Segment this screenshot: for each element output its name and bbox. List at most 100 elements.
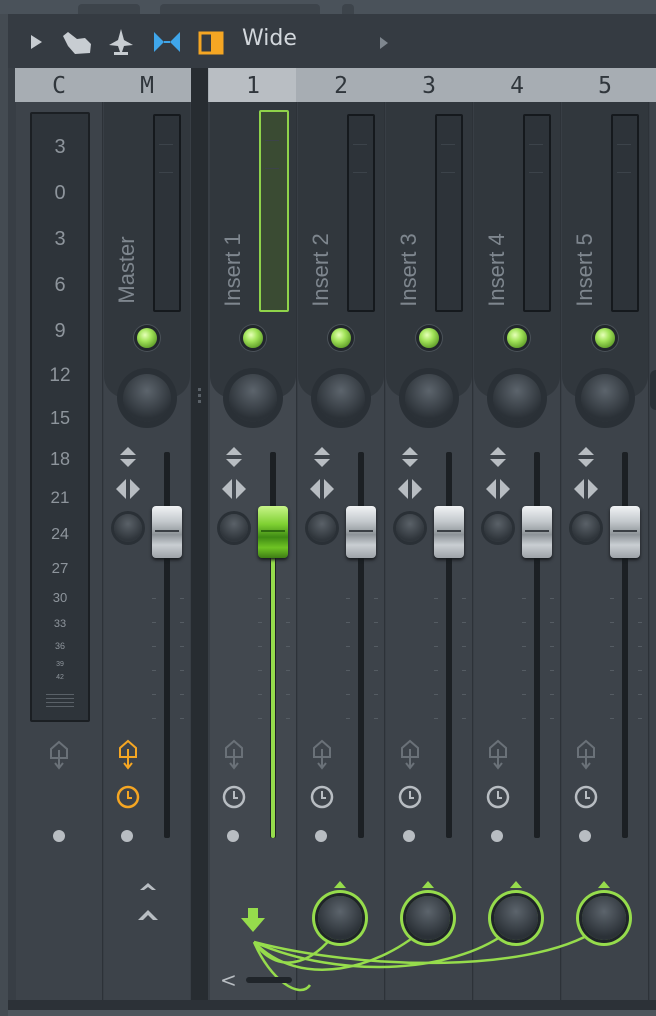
stereo-knob[interactable] bbox=[114, 514, 142, 542]
level-meter bbox=[523, 114, 551, 312]
scale-label: 15 bbox=[49, 408, 71, 428]
pan-knob[interactable] bbox=[317, 374, 365, 422]
record-arm-icon[interactable] bbox=[116, 738, 140, 772]
volume-fader[interactable] bbox=[610, 506, 640, 558]
play-arrow-icon[interactable] bbox=[22, 28, 50, 56]
stereo-separation-icon[interactable] bbox=[114, 476, 142, 502]
master-insert-separator[interactable] bbox=[191, 68, 208, 1000]
fader-tick bbox=[522, 646, 526, 647]
tuner-icon[interactable] bbox=[106, 26, 136, 58]
swap-phase-icon[interactable] bbox=[574, 444, 598, 470]
send-knob[interactable] bbox=[494, 896, 538, 940]
swap-phase-icon[interactable] bbox=[398, 444, 422, 470]
grab-hand-icon[interactable] bbox=[60, 26, 94, 58]
record-arm-icon[interactable] bbox=[48, 740, 70, 770]
stereo-separation-icon[interactable] bbox=[484, 476, 512, 502]
horizontal-scrollbar-thumb[interactable] bbox=[246, 977, 292, 983]
record-arm-icon[interactable] bbox=[222, 738, 246, 772]
pan-knob[interactable] bbox=[405, 374, 453, 422]
strip-select-dot[interactable] bbox=[315, 830, 327, 842]
mute-led[interactable] bbox=[137, 328, 157, 348]
header-master[interactable]: M bbox=[104, 70, 190, 102]
swap-phase-icon[interactable] bbox=[116, 444, 140, 470]
header-insert-5[interactable]: 5 bbox=[562, 70, 648, 102]
latency-clock-icon[interactable] bbox=[115, 784, 141, 810]
stereo-separation-icon[interactable] bbox=[308, 476, 336, 502]
stereo-knob[interactable] bbox=[396, 514, 424, 542]
scale-label: 42 bbox=[56, 674, 64, 681]
fader-tick bbox=[374, 646, 378, 647]
send-up-icon[interactable] bbox=[596, 879, 612, 889]
mute-led[interactable] bbox=[595, 328, 615, 348]
pan-knob[interactable] bbox=[123, 374, 171, 422]
swap-phase-icon[interactable] bbox=[310, 444, 334, 470]
stereo-separation-icon[interactable] bbox=[572, 476, 600, 502]
strip-select-dot[interactable] bbox=[53, 830, 65, 842]
send-up-icon[interactable] bbox=[332, 879, 348, 889]
fader-tick bbox=[434, 622, 438, 623]
fader-tick bbox=[522, 670, 526, 671]
header-insert-3[interactable]: 3 bbox=[386, 70, 472, 102]
fader-tick bbox=[180, 694, 184, 695]
next-arrow-icon[interactable] bbox=[376, 34, 392, 52]
swap-phase-icon[interactable] bbox=[486, 444, 510, 470]
fader-tick bbox=[286, 598, 290, 599]
latency-clock-icon[interactable] bbox=[573, 784, 599, 810]
record-arm-icon[interactable] bbox=[574, 738, 598, 772]
strip-select-dot[interactable] bbox=[121, 830, 133, 842]
volume-fader[interactable] bbox=[346, 506, 376, 558]
master-collapse-icon[interactable] bbox=[134, 878, 162, 926]
strip-select-dot[interactable] bbox=[491, 830, 503, 842]
record-arm-icon[interactable] bbox=[398, 738, 422, 772]
strip-divider bbox=[102, 102, 103, 1000]
record-arm-icon[interactable] bbox=[310, 738, 334, 772]
top-tab[interactable] bbox=[160, 4, 320, 14]
send-to-selected-icon[interactable] bbox=[238, 906, 268, 934]
stereo-knob[interactable] bbox=[484, 514, 512, 542]
send-knob[interactable] bbox=[582, 896, 626, 940]
header-insert-1[interactable]: 1 bbox=[210, 70, 296, 102]
top-tab[interactable] bbox=[342, 4, 354, 14]
pan-knob[interactable] bbox=[581, 374, 629, 422]
header-insert-2[interactable]: 2 bbox=[298, 70, 384, 102]
volume-fader[interactable] bbox=[258, 506, 288, 558]
latency-clock-icon[interactable] bbox=[485, 784, 511, 810]
mute-led[interactable] bbox=[243, 328, 263, 348]
strip-select-dot[interactable] bbox=[227, 830, 239, 842]
volume-fader[interactable] bbox=[152, 506, 182, 558]
stereo-knob[interactable] bbox=[572, 514, 600, 542]
mute-led[interactable] bbox=[419, 328, 439, 348]
swap-phase-icon[interactable] bbox=[222, 444, 246, 470]
stereo-separation-icon[interactable] bbox=[220, 476, 248, 502]
latency-clock-icon[interactable] bbox=[397, 784, 423, 810]
header-c[interactable]: C bbox=[16, 70, 102, 102]
strip-divider bbox=[296, 102, 297, 1000]
stereo-knob[interactable] bbox=[220, 514, 248, 542]
send-knob[interactable] bbox=[318, 896, 362, 940]
fader-tick bbox=[346, 598, 350, 599]
window-bottom bbox=[8, 1010, 656, 1016]
pan-knob[interactable] bbox=[493, 374, 541, 422]
stereo-knob[interactable] bbox=[308, 514, 336, 542]
strip-select-dot[interactable] bbox=[403, 830, 415, 842]
send-up-icon[interactable] bbox=[420, 879, 436, 889]
mute-led[interactable] bbox=[331, 328, 351, 348]
header-insert-4[interactable]: 4 bbox=[474, 70, 560, 102]
top-tab[interactable] bbox=[78, 4, 140, 14]
scroll-left-button[interactable]: < bbox=[220, 968, 237, 992]
strip-select-dot[interactable] bbox=[579, 830, 591, 842]
send-up-icon[interactable] bbox=[508, 879, 524, 889]
stereo-separation-icon[interactable] bbox=[396, 476, 424, 502]
send-knob[interactable] bbox=[406, 896, 450, 940]
mute-led[interactable] bbox=[507, 328, 527, 348]
record-arm-icon[interactable] bbox=[486, 738, 510, 772]
mixer-preset-label[interactable]: Wide bbox=[242, 26, 297, 51]
latency-clock-icon[interactable] bbox=[221, 784, 247, 810]
volume-fader[interactable] bbox=[522, 506, 552, 558]
pan-knob[interactable] bbox=[229, 374, 277, 422]
latency-clock-icon[interactable] bbox=[309, 784, 335, 810]
volume-fader[interactable] bbox=[434, 506, 464, 558]
scale-label: 0 bbox=[54, 182, 66, 204]
routing-swap-icon[interactable] bbox=[150, 26, 184, 58]
panel-view-icon[interactable] bbox=[198, 30, 224, 56]
